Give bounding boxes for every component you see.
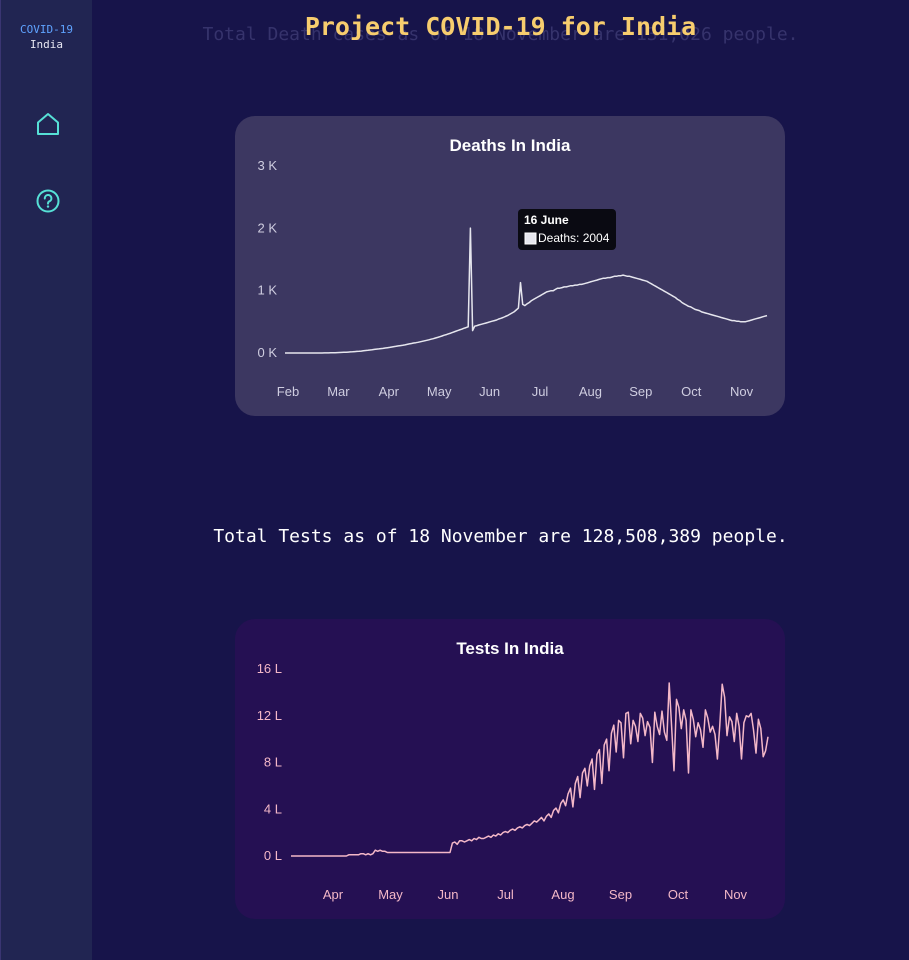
tests-chart-title: Tests In India bbox=[456, 639, 564, 658]
sidebar: COVID-19 India bbox=[0, 0, 92, 960]
tests-y-tick-label: 8 L bbox=[264, 755, 282, 770]
help-icon[interactable] bbox=[35, 188, 61, 214]
deaths-tooltip: 16 June Deaths: 2004 bbox=[518, 209, 616, 250]
deaths-y-tick-label: 1 K bbox=[257, 283, 277, 298]
deaths-chart[interactable]: Deaths In India 0 K 1 K 2 K 3 K Feb Mar Apr Ma… bbox=[235, 116, 785, 416]
deaths-y-tick-label: 0 K bbox=[257, 345, 277, 360]
tooltip-value: Deaths: 2004 bbox=[538, 231, 610, 245]
deaths-x-tick-label: Apr bbox=[379, 384, 400, 399]
page-title: Project COVID-19 for India bbox=[304, 12, 697, 41]
tests-chart[interactable]: Tests In India 0 L 4 L 8 L 12 L 16 L Apr May J… bbox=[235, 619, 785, 919]
tests-y-tick-label: 16 L bbox=[257, 661, 282, 676]
tests-y-tick-label: 0 L bbox=[264, 848, 282, 863]
tests-chart-card: Tests In India 0 L 4 L 8 L 12 L 16 L Apr May J… bbox=[235, 619, 785, 919]
deaths-x-tick-label: May bbox=[427, 384, 452, 399]
tests-x-tick-label: Jun bbox=[438, 887, 459, 902]
deaths-y-tick-label: 2 K bbox=[257, 220, 277, 235]
tooltip-date: 16 June bbox=[524, 213, 569, 227]
deaths-chart-title: Deaths In India bbox=[450, 136, 571, 155]
tests-y-tick-label: 12 L bbox=[257, 708, 282, 723]
deaths-x-tick-label: Feb bbox=[277, 384, 299, 399]
deaths-x-tick-label: Sep bbox=[629, 384, 652, 399]
main-content: Total Death cases as of 18 November are … bbox=[92, 0, 909, 960]
brand-title: COVID-19 bbox=[20, 23, 73, 36]
brand-subtitle: India bbox=[29, 38, 64, 51]
tests-x-tick-label: Jul bbox=[497, 887, 514, 902]
tests-summary: Total Tests as of 18 November are 128,50… bbox=[213, 526, 788, 547]
deaths-chart-card: Deaths In India 0 K 1 K 2 K 3 K Feb Mar Apr Ma… bbox=[235, 116, 785, 416]
tooltip-swatch bbox=[524, 232, 537, 245]
deaths-x-tick-label: Nov bbox=[730, 384, 754, 399]
deaths-x-tick-label: Oct bbox=[681, 384, 702, 399]
tests-y-tick-label: 4 L bbox=[264, 801, 282, 816]
home-icon[interactable] bbox=[35, 111, 61, 137]
tests-x-tick-label: Oct bbox=[668, 887, 689, 902]
tests-x-tick-label: Apr bbox=[323, 887, 344, 902]
deaths-y-tick-label: 3 K bbox=[257, 158, 277, 173]
deaths-x-tick-label: Aug bbox=[579, 384, 602, 399]
tests-series-line bbox=[291, 682, 769, 857]
tests-x-tick-label: Nov bbox=[724, 887, 748, 902]
tests-x-tick-label: Aug bbox=[551, 887, 574, 902]
deaths-x-tick-label: Mar bbox=[327, 384, 350, 399]
deaths-x-tick-label: Jun bbox=[479, 384, 500, 399]
deaths-x-tick-label: Jul bbox=[532, 384, 549, 399]
tests-x-tick-label: May bbox=[378, 887, 403, 902]
brand[interactable]: COVID-19 India bbox=[1, 22, 92, 52]
tests-x-tick-label: Sep bbox=[609, 887, 632, 902]
